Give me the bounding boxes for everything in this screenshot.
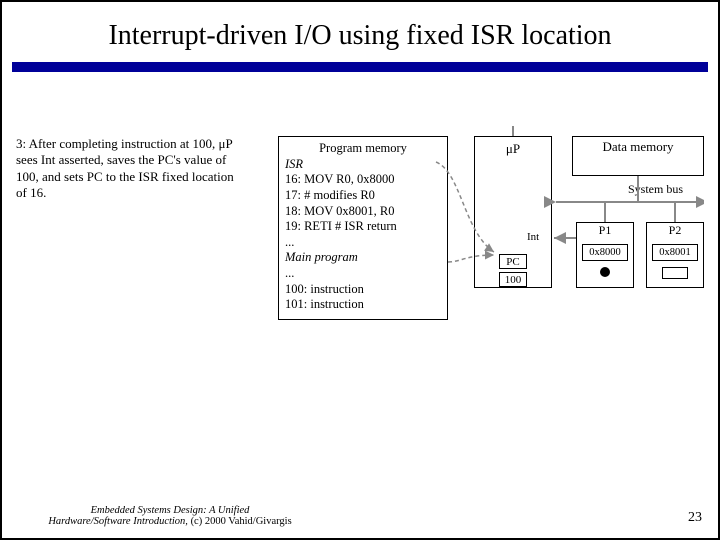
content-area: 3: After completing instruction at 100, … [16, 112, 704, 488]
footer-line-2a: Hardware/Software Introduction, [48, 516, 188, 527]
isr-line-17: 17: # modifies R0 [285, 188, 441, 204]
system-bus-label: System bus [628, 182, 683, 197]
microprocessor-box: μP Int PC 100 [474, 136, 552, 288]
peripheral-1-indicator-icon [600, 267, 610, 277]
page-number: 23 [688, 510, 702, 526]
title-rule [12, 62, 708, 72]
footer-line-1: Embedded Systems Design: A Unified [91, 505, 250, 516]
peripheral-2-label: P2 [647, 223, 703, 238]
step-description: 3: After completing instruction at 100, … [16, 136, 246, 201]
int-signal-label: Int [527, 231, 539, 243]
peripheral-2-address: 0x8001 [652, 244, 698, 261]
peripheral-1-address: 0x8000 [582, 244, 628, 261]
footer-credit: Embedded Systems Design: A Unified Hardw… [20, 505, 320, 528]
isr-line-18: 18: MOV 0x8001, R0 [285, 204, 441, 220]
isr-line-16: 16: MOV R0, 0x8000 [285, 172, 441, 188]
peripheral-2-box: P2 0x8001 [646, 222, 704, 288]
isr-line-19: 19: RETI # ISR return [285, 219, 441, 235]
main-line-101: 101: instruction [285, 297, 441, 313]
pc-register-value: 100 [499, 272, 527, 287]
footer-line-2b: (c) 2000 Vahid/Givargis [188, 516, 292, 527]
peripheral-2-register-icon [662, 267, 688, 279]
pc-register-label: PC [499, 254, 527, 269]
data-memory-box: Data memory [572, 136, 704, 176]
main-line-100: 100: instruction [285, 282, 441, 298]
peripheral-1-box: P1 0x8000 [576, 222, 634, 288]
isr-line-ellipsis: ... [285, 235, 441, 251]
program-memory-box: Program memory ISR 16: MOV R0, 0x8000 17… [278, 136, 448, 320]
isr-section-label: ISR [285, 157, 441, 173]
microprocessor-label: μP [506, 141, 520, 157]
program-memory-header: Program memory [285, 141, 441, 157]
slide-title: Interrupt-driven I/O using fixed ISR loc… [22, 20, 698, 52]
main-line-ellipsis: ... [285, 266, 441, 282]
peripheral-1-label: P1 [577, 223, 633, 238]
main-section-label: Main program [285, 250, 441, 266]
